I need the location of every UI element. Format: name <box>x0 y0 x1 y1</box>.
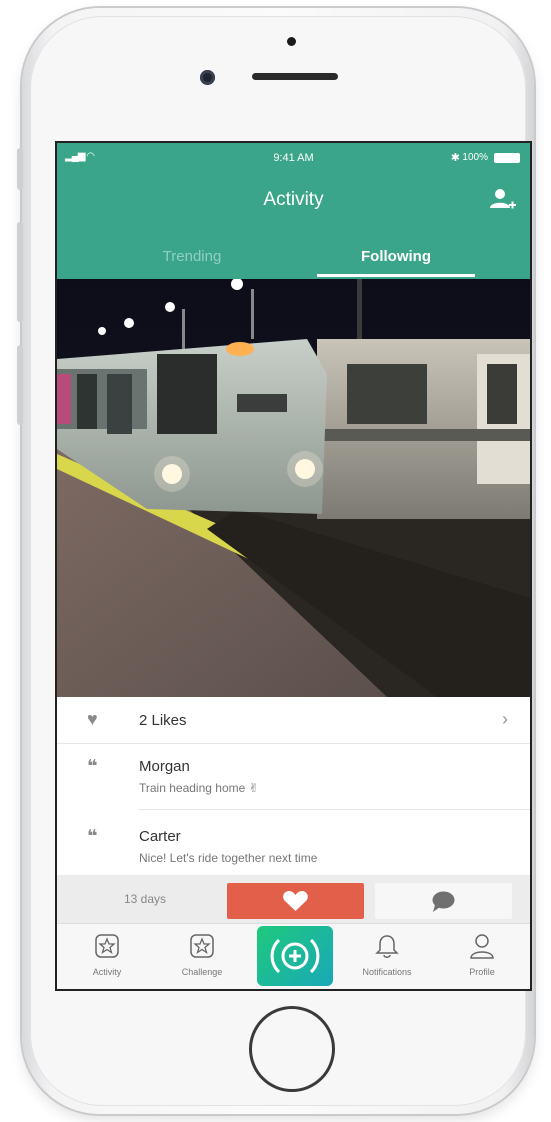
comment-text: Train heading home ✌ <box>139 781 259 795</box>
tab-selected-indicator <box>317 274 475 277</box>
speech-bubble-icon <box>432 891 455 912</box>
likes-row[interactable]: ♥ 2 Likes › <box>57 697 530 744</box>
post-photo[interactable] <box>57 279 530 697</box>
bell-icon <box>375 935 399 958</box>
comment-author[interactable]: Morgan <box>139 758 190 775</box>
bluetooth-icon: ✱ <box>450 152 460 164</box>
tab-activity[interactable]: Activity <box>67 932 147 977</box>
heart-icon <box>283 891 308 911</box>
plus-broadcast-icon <box>270 938 320 974</box>
volume-up-button <box>17 222 23 322</box>
tab-label: Profile <box>469 967 495 977</box>
post-details: ♥ 2 Likes › ❝ Morgan Train heading home … <box>57 697 530 875</box>
train-photo-image <box>57 279 530 697</box>
tab-profile[interactable]: Profile <box>442 932 522 977</box>
mute-switch <box>17 148 23 190</box>
likes-count: 2 Likes <box>139 712 187 729</box>
comment-button[interactable] <box>375 883 512 919</box>
bottom-tab-bar: Activity Challenge Notifications Profile <box>57 923 530 989</box>
tab-notifications[interactable]: Notifications <box>347 932 427 977</box>
app-screen: ▂▄▆ ◠ 9:41 AM ✱ 100% Activity Trending F… <box>55 141 532 991</box>
like-button[interactable] <box>227 883 364 919</box>
tab-following[interactable]: Following <box>317 248 475 265</box>
person-icon <box>470 934 494 959</box>
comment-author[interactable]: Carter <box>139 828 181 845</box>
star-badge-icon <box>95 934 119 958</box>
page-title: Activity <box>263 189 324 210</box>
volume-down-button <box>17 345 23 425</box>
quote-icon: ❝ <box>87 826 98 846</box>
tab-challenge[interactable]: Challenge <box>162 932 242 977</box>
comment-item: ❝ Carter Nice! Let's ride together next … <box>57 810 530 875</box>
post-action-bar: 13 days <box>57 875 530 923</box>
tab-trending[interactable]: Trending <box>117 248 267 265</box>
status-bar: ▂▄▆ ◠ 9:41 AM ✱ 100% <box>57 143 530 171</box>
front-camera <box>200 70 215 85</box>
tab-strip: Trending Following <box>57 238 530 279</box>
battery-percent: 100% <box>462 152 488 163</box>
quote-icon: ❝ <box>87 756 98 776</box>
battery-icon <box>494 153 520 163</box>
tab-label: Notifications <box>362 967 412 977</box>
heart-icon: ♥ <box>87 709 98 729</box>
home-button[interactable] <box>249 1006 335 1092</box>
earpiece-speaker <box>252 73 338 80</box>
add-user-icon[interactable] <box>488 187 516 213</box>
header: ▂▄▆ ◠ 9:41 AM ✱ 100% Activity Trending F… <box>57 143 530 279</box>
star-badge-icon <box>190 934 214 958</box>
tab-create[interactable] <box>257 926 333 986</box>
tab-label: Activity <box>92 967 122 977</box>
chevron-right-icon: › <box>502 709 508 729</box>
comment-text: Nice! Let's ride together next time <box>139 851 318 865</box>
proximity-sensor <box>287 37 296 46</box>
tab-label: Challenge <box>181 967 223 977</box>
comment-item: ❝ Morgan Train heading home ✌ <box>57 744 530 810</box>
post-age: 13 days <box>123 892 167 906</box>
